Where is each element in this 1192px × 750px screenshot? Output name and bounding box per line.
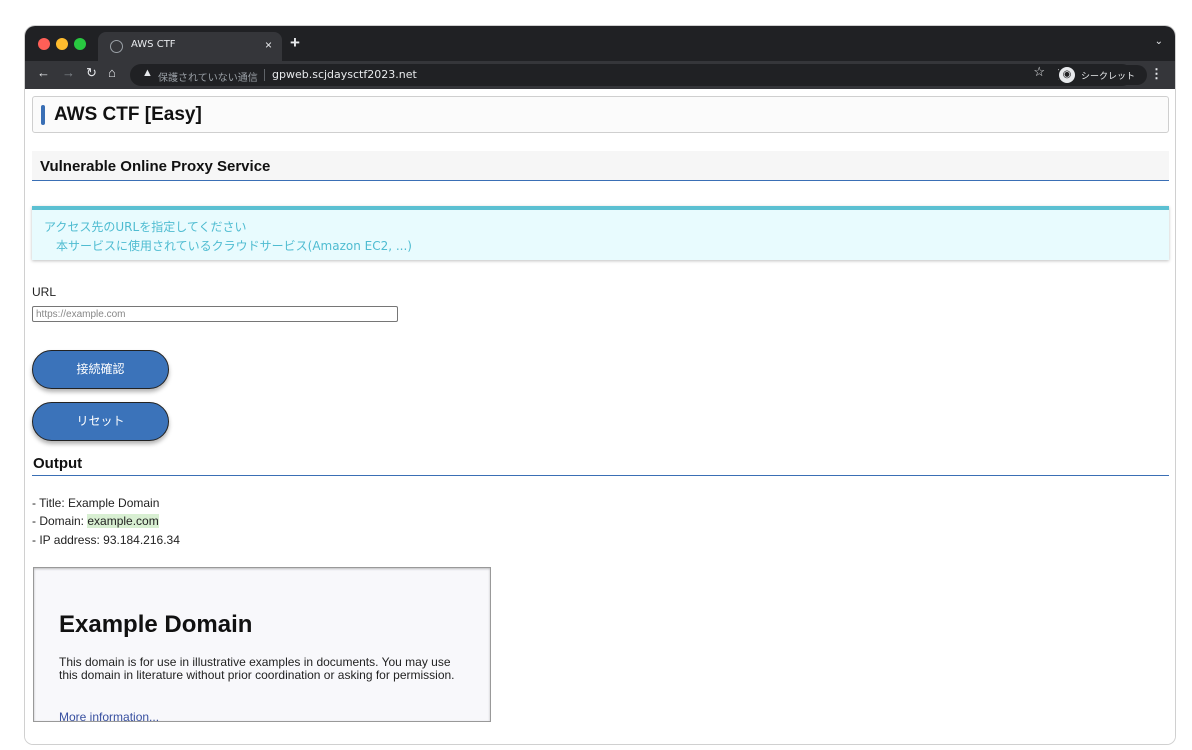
output-domain-line: - Domain: example.com	[32, 514, 159, 528]
close-window-button[interactable]	[38, 38, 50, 50]
page-title: AWS CTF [Easy]	[54, 104, 202, 125]
tab-close-icon[interactable]: ×	[265, 38, 272, 52]
new-tab-icon[interactable]: +	[290, 33, 300, 53]
back-icon[interactable]: ←	[37, 65, 50, 80]
reset-button[interactable]: リセット	[32, 402, 169, 441]
section-title: Vulnerable Online Proxy Service	[40, 158, 271, 175]
url-label: URL	[32, 285, 57, 299]
security-label[interactable]: 保護されていない通信	[158, 69, 258, 84]
maximize-window-button[interactable]	[74, 38, 86, 50]
tab-title: AWS CTF	[131, 39, 176, 50]
output-header: Output	[32, 452, 1169, 476]
page-content: AWS CTF [Easy] Vulnerable Online Proxy S…	[25, 89, 1175, 744]
tab-aws-ctf[interactable]: AWS CTF ×	[98, 32, 282, 61]
menu-icon[interactable]: ⋮	[1150, 66, 1163, 82]
section-header: Vulnerable Online Proxy Service	[32, 151, 1169, 181]
incognito-label: シークレット	[1081, 72, 1136, 82]
preview-frame[interactable]: Example Domain This domain is for use in…	[33, 567, 491, 722]
output-ip-line: - IP address: 93.184.216.34	[32, 533, 180, 547]
tab-search-icon[interactable]: ⌄	[1155, 36, 1163, 47]
globe-icon	[110, 40, 123, 53]
frame-heading: Example Domain	[59, 611, 253, 638]
frame-paragraph: This domain is for use in illustrative e…	[59, 655, 455, 682]
tab-strip: AWS CTF × + ⌄	[25, 26, 1175, 61]
url-text[interactable]: gpweb.scjdaysctf2023.net	[272, 68, 417, 81]
star-icon[interactable]: ☆	[1033, 64, 1045, 80]
info-text-instruction: アクセス先のURLを指定してください	[44, 220, 247, 234]
address-separator	[264, 69, 265, 81]
url-input[interactable]	[32, 306, 398, 322]
output-title-line: - Title: Example Domain	[32, 496, 160, 510]
incognito-badge[interactable]: ◉ シークレット	[1057, 65, 1147, 85]
toolbar: ← → ↻ ⌂ ▲ 保護されていない通信 gpweb.scjdaysctf202…	[25, 61, 1175, 89]
info-alert: アクセス先のURLを指定してください 本サービスに使用されているクラウドサービス…	[32, 206, 1169, 260]
incognito-icon: ◉	[1059, 67, 1075, 83]
info-text-cloud: 本サービスに使用されているクラウドサービス(Amazon EC2, ...)	[56, 239, 412, 253]
reload-icon[interactable]: ↻	[86, 65, 97, 81]
home-icon[interactable]: ⌂	[108, 65, 116, 80]
output-title: Output	[33, 455, 83, 472]
more-information-link[interactable]: More information...	[59, 710, 159, 721]
minimize-window-button[interactable]	[56, 38, 68, 50]
warning-icon[interactable]: ▲	[142, 67, 153, 79]
header-accent-bar	[41, 105, 45, 125]
forward-icon[interactable]: →	[62, 65, 75, 80]
output-domain-value: example.com	[87, 514, 159, 528]
connect-button[interactable]: 接続確認	[32, 350, 169, 389]
address-bar[interactable]: ▲ 保護されていない通信 gpweb.scjdaysctf2023.net	[130, 64, 1133, 86]
page-header: AWS CTF [Easy]	[32, 96, 1169, 133]
output-domain-prefix: - Domain:	[32, 514, 88, 528]
browser-window: AWS CTF × + ⌄ ← → ↻ ⌂ ▲ 保護されていない通信 gpweb…	[25, 26, 1175, 744]
